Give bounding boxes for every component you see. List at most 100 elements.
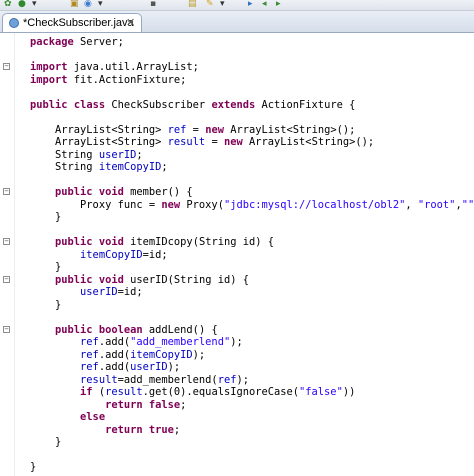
code-token: itemCopyID: [130, 348, 193, 361]
new-package-icon[interactable]: ▣: [70, 0, 79, 9]
code-token: new: [205, 123, 224, 136]
code-line: ArrayList<String> ref = new ArrayList<St…: [30, 124, 355, 136]
code-token: else: [80, 411, 106, 423]
code-token: ref: [80, 361, 99, 373]
code-token: ActionFixture {: [255, 98, 356, 111]
code-token: =: [205, 136, 224, 148]
fold-toggle-icon[interactable]: −: [3, 238, 10, 245]
code-line: if (result.get(0).equalsIgnoreCase("fals…: [30, 386, 355, 398]
editor-ruler: − − − − −: [0, 33, 15, 476]
code-token: new: [161, 198, 181, 211]
search-icon[interactable]: ▪: [150, 0, 156, 9]
open-folder-icon[interactable]: ▤: [188, 0, 197, 9]
code-editor[interactable]: − − − − − package Server; import java.util.Ar…: [0, 33, 474, 476]
code-token: );: [230, 336, 243, 348]
code-token: "false": [299, 386, 343, 398]
code-token: false: [148, 398, 181, 411]
code-line: Proxy func = new Proxy("jdbc:mysql://loc…: [30, 199, 474, 211]
code-token: ;: [180, 398, 187, 411]
code-token: new: [223, 136, 243, 148]
code-token: .get(0).equalsIgnoreCase(: [142, 386, 300, 398]
code-token: ArrayList<String>();: [223, 123, 356, 136]
code-line: }: [30, 211, 61, 223]
code-line: ref.add(itemCopyID);: [30, 349, 205, 361]
code-line: public void member() {: [30, 186, 193, 198]
code-line: package Server;: [30, 36, 124, 48]
code-token: ref: [80, 348, 99, 361]
code-line: ref.add("add_memberlend");: [30, 336, 243, 348]
code-token: String: [30, 161, 99, 173]
prev-annotation-icon[interactable]: ▾: [220, 0, 225, 9]
code-token: void: [98, 236, 124, 248]
code-token: void: [98, 273, 124, 286]
code-token: return: [105, 398, 143, 411]
code-token: ;: [173, 423, 181, 436]
code-token: "add_memberlend": [130, 336, 231, 348]
code-token: import: [30, 61, 68, 73]
code-token: extends: [211, 98, 256, 111]
code-line: public class CheckSubscriber extends Act…: [30, 99, 355, 111]
code-token: );: [236, 373, 249, 386]
next-annotation-icon[interactable]: ▸: [248, 0, 253, 9]
code-line: ArrayList<String> result = new ArrayList…: [30, 136, 374, 148]
code-token: package: [30, 36, 74, 48]
code-token: userID: [98, 148, 137, 161]
code-token: ref: [217, 373, 237, 386]
code-token: if: [80, 386, 93, 398]
close-tab-icon[interactable]: ✕: [126, 16, 135, 29]
code-token: ArrayList<String>: [30, 123, 168, 136]
code-line: String itemCopyID;: [30, 161, 168, 173]
fold-toggle-icon[interactable]: −: [3, 188, 10, 195]
code-line: public boolean addLend() {: [30, 324, 218, 336]
forward-icon[interactable]: ▸: [276, 0, 281, 9]
code-token: }: [30, 436, 62, 448]
editor-tab-checksubscriber[interactable]: *CheckSubscriber.java ✕: [2, 13, 142, 32]
marker-icon[interactable]: ✎: [206, 0, 214, 9]
fold-toggle-icon[interactable]: −: [3, 275, 10, 283]
code-token: CheckSubscriber: [105, 98, 212, 111]
code-token: }: [30, 211, 62, 223]
code-line: public void itemIDcopy(String id) {: [30, 236, 274, 248]
back-icon[interactable]: ◂: [262, 0, 267, 9]
code-token: Proxy(: [180, 198, 224, 211]
run-icon[interactable]: ●: [18, 0, 26, 9]
code-line: userID=id;: [30, 286, 143, 298]
code-token: fit.ActionFixture;: [67, 73, 187, 86]
code-token: "jdbc:mysql://localhost/obl2": [223, 198, 406, 211]
code-token: }: [30, 461, 37, 473]
fold-toggle-icon[interactable]: −: [3, 63, 10, 70]
new-class-icon[interactable]: ◉: [84, 0, 92, 9]
debug-icon[interactable]: ✿: [4, 0, 12, 9]
open-type-icon[interactable]: ▾: [98, 0, 103, 9]
code-line: }: [30, 461, 36, 473]
code-token: .add(: [98, 336, 131, 348]
code-token: );: [167, 361, 181, 373]
code-token: void: [98, 186, 124, 198]
code-token: public: [55, 273, 93, 286]
editor-tab-bar: *CheckSubscriber.java ✕: [0, 11, 474, 33]
fold-toggle-icon[interactable]: −: [3, 325, 10, 333]
code-token: class: [73, 98, 106, 111]
code-token: =add_memberlend(: [117, 373, 218, 386]
main-toolbar: ✿ ● ▾ ▣ ◉ ▾ ▪ ▤ ✎ ▾ ▸ ◂ ▸: [0, 0, 474, 11]
run-external-icon[interactable]: ▾: [32, 0, 37, 9]
code-token: result: [80, 373, 118, 386]
code-token: ref: [80, 336, 99, 348]
tab-label: *CheckSubscriber.java: [23, 17, 134, 29]
code-token: ref: [167, 123, 187, 136]
code-token: (: [92, 386, 106, 398]
code-token: Proxy func =: [30, 198, 162, 211]
code-line: else: [30, 411, 105, 423]
code-token: ArrayList<String>: [30, 136, 168, 148]
code-line: return true;: [30, 424, 180, 436]
code-token: userID(String id) {: [123, 273, 249, 286]
code-token: return: [105, 423, 143, 436]
code-token: result: [105, 386, 143, 398]
code-token: ;: [161, 161, 168, 173]
code-token: )): [342, 386, 356, 398]
